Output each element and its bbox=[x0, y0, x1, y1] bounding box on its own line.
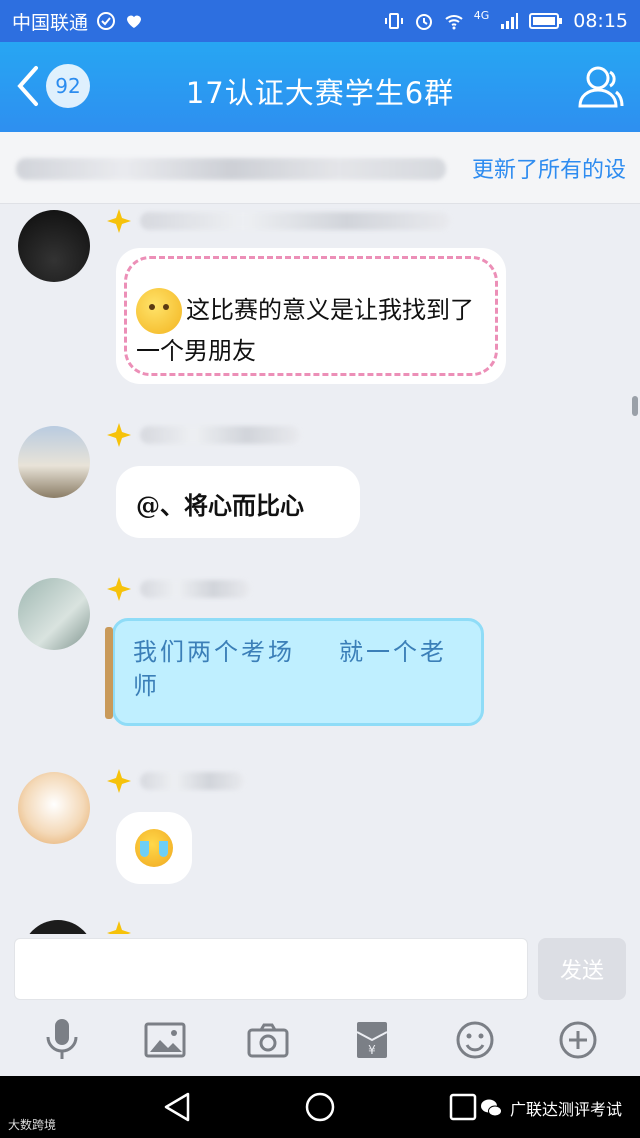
heart-icon bbox=[127, 15, 142, 28]
back-triangle-icon[interactable] bbox=[160, 1090, 194, 1124]
watermark: 广联达测评考试 bbox=[480, 1096, 622, 1120]
carrier-name: 中国联通 bbox=[12, 11, 89, 34]
red-packet-button[interactable]: ¥ bbox=[346, 1014, 398, 1066]
member-star-icon bbox=[107, 577, 131, 601]
status-bar: 中国联通 4G 08:15 bbox=[0, 0, 640, 42]
watermark-left: 大数跨境 bbox=[8, 1116, 56, 1133]
alarm-icon bbox=[415, 14, 432, 30]
recents-square-icon[interactable] bbox=[446, 1090, 480, 1124]
avatar[interactable] bbox=[18, 210, 90, 282]
camera-button[interactable] bbox=[242, 1014, 294, 1066]
chat-toolbar: ¥ bbox=[0, 1004, 640, 1076]
bubble-decoration bbox=[105, 627, 113, 719]
clock: 08:15 bbox=[573, 10, 628, 32]
message-text: 我们两个考场 bbox=[133, 638, 295, 666]
battery-icon bbox=[529, 13, 563, 29]
emoji-button[interactable] bbox=[449, 1014, 501, 1066]
watermark-text: 广联达测评考试 bbox=[509, 1100, 622, 1119]
message-bubble[interactable]: 这比赛的意义是让我找到了一个男朋友 bbox=[116, 248, 506, 384]
svg-text:¥: ¥ bbox=[368, 1043, 376, 1057]
member-star-icon bbox=[107, 769, 131, 793]
chat-header: 92 17认证大赛学生6群 bbox=[0, 42, 640, 132]
crying-laughing-emoji bbox=[135, 829, 173, 867]
message-text: 就一个老 bbox=[339, 638, 447, 666]
red-packet-icon: ¥ bbox=[356, 1022, 388, 1058]
scrollbar[interactable] bbox=[632, 396, 638, 416]
member-star-icon bbox=[107, 921, 131, 934]
redacted-notice-text bbox=[16, 158, 446, 180]
more-button[interactable] bbox=[552, 1014, 604, 1066]
microphone-icon bbox=[46, 1019, 78, 1059]
message-bubble[interactable] bbox=[116, 812, 192, 884]
input-bar: 发送 bbox=[0, 934, 640, 1004]
send-button[interactable]: 发送 bbox=[538, 938, 626, 1000]
avatar[interactable] bbox=[18, 578, 90, 650]
shy-face-emoji bbox=[136, 288, 182, 334]
message-text: @、将心而比心 bbox=[136, 491, 304, 520]
voice-button[interactable] bbox=[36, 1014, 88, 1066]
wifi-icon bbox=[445, 15, 463, 30]
avatar[interactable] bbox=[18, 426, 90, 498]
status-right: 4G 08:15 bbox=[384, 8, 628, 32]
home-circle-icon[interactable] bbox=[303, 1090, 337, 1124]
vibrate-icon bbox=[384, 13, 403, 29]
group-profile-icon[interactable] bbox=[576, 62, 624, 110]
sender-name-redacted bbox=[140, 580, 250, 598]
carrier-group: 中国联通 bbox=[12, 8, 384, 35]
network-type: 4G bbox=[473, 8, 490, 22]
avatar[interactable] bbox=[22, 920, 94, 934]
notice-text: 更新了所有的设 bbox=[471, 157, 626, 183]
image-button[interactable] bbox=[139, 1014, 191, 1066]
signal-icon bbox=[501, 13, 519, 29]
watermark-left-text: 大数跨境 bbox=[8, 1118, 57, 1132]
message-bubble[interactable]: 我们两个考场 就一个老 师 bbox=[105, 618, 484, 726]
check-circle-icon bbox=[97, 12, 116, 30]
member-star-icon bbox=[107, 423, 131, 447]
image-icon bbox=[144, 1022, 186, 1058]
message-input[interactable] bbox=[14, 938, 528, 1000]
smiley-icon bbox=[456, 1021, 494, 1059]
message-list[interactable]: 这比赛的意义是让我找到了一个男朋友 @、将心而比心 我们两个考场 就一个老 师 bbox=[0, 204, 640, 934]
avatar[interactable] bbox=[18, 772, 90, 844]
member-star-icon bbox=[107, 209, 131, 233]
camera-icon bbox=[247, 1023, 289, 1058]
page-title: 17认证大赛学生6群 bbox=[185, 76, 455, 110]
sender-name-redacted bbox=[140, 772, 244, 790]
sender-name-redacted bbox=[140, 212, 450, 230]
group-notice[interactable]: 更新了所有的设 bbox=[0, 132, 640, 204]
system-nav-bar: 广联达测评考试 大数跨境 bbox=[0, 1076, 640, 1138]
message-bubble[interactable]: @、将心而比心 bbox=[116, 466, 360, 538]
sender-name-redacted bbox=[140, 426, 300, 444]
message-text: 师 bbox=[133, 672, 160, 700]
wechat-icon bbox=[480, 1099, 502, 1117]
plus-icon bbox=[559, 1021, 597, 1059]
